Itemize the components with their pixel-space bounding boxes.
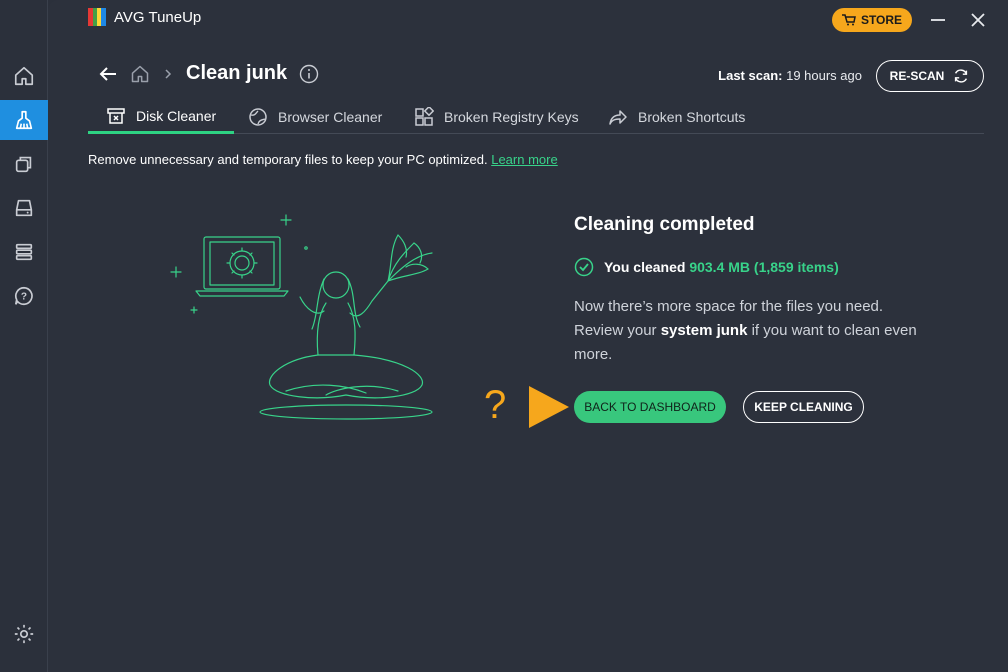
- sidebar-item-drive[interactable]: [0, 188, 48, 228]
- cleaned-prefix: You cleaned: [604, 259, 686, 275]
- store-label: STORE: [860, 13, 903, 27]
- sidebar-item-settings[interactable]: [0, 614, 48, 654]
- tab-browser-cleaner[interactable]: Browser Cleaner: [230, 100, 400, 134]
- result-description: Now there’s more space for the files you…: [574, 295, 934, 367]
- last-scan-label: Last scan:: [718, 68, 783, 83]
- last-scan-value: 19 hours ago: [786, 68, 862, 83]
- cleaned-amount: 903.4 MB (1,859 items): [689, 259, 839, 275]
- cleaned-summary: You cleaned 903.4 MB (1,859 items): [574, 257, 839, 277]
- stack-icon: [15, 243, 33, 261]
- question-mark-overlay: ?: [484, 383, 507, 427]
- registry-icon: [415, 107, 434, 126]
- tab-bar: Disk Cleaner Browser Cleaner Broken Regi…: [88, 100, 984, 134]
- minimize-button[interactable]: [926, 8, 950, 32]
- sidebar-item-apps[interactable]: [0, 144, 48, 184]
- page-title: Clean junk: [186, 62, 288, 84]
- tab-label: Broken Registry Keys: [444, 109, 579, 125]
- check-circle-icon: [574, 257, 594, 277]
- desc-bold: system junk: [660, 322, 748, 339]
- cart-icon: [841, 14, 856, 26]
- title-bar: AVG TuneUp: [88, 8, 201, 26]
- tab-disk-cleaner[interactable]: Disk Cleaner: [88, 100, 235, 134]
- keep-cleaning-button[interactable]: KEEP CLEANING: [743, 391, 864, 423]
- help-chat-icon: ?: [14, 286, 33, 306]
- shortcut-arrow-icon: [609, 110, 627, 125]
- info-icon[interactable]: [299, 64, 319, 84]
- refresh-icon: [955, 69, 968, 83]
- back-to-dashboard-button[interactable]: BACK TO DASHBOARD: [574, 391, 726, 423]
- minimize-icon: [931, 19, 945, 21]
- pointer-arrow-icon: [529, 386, 569, 428]
- tab-label: Broken Shortcuts: [638, 109, 746, 125]
- tab-broken-shortcuts[interactable]: Broken Shortcuts: [590, 100, 763, 134]
- drive-icon: [15, 199, 33, 217]
- tab-broken-registry-keys[interactable]: Broken Registry Keys: [396, 100, 597, 134]
- breadcrumb: Clean junk: [98, 62, 319, 85]
- disk-cleaner-icon: [107, 107, 125, 124]
- cleaning-illustration: [170, 214, 433, 420]
- learn-more-link[interactable]: Learn more: [491, 152, 557, 167]
- tab-label: Disk Cleaner: [136, 107, 217, 124]
- main-panel: AVG TuneUp STORE Clean junk Last scan: 1…: [48, 0, 1008, 672]
- home-icon: [14, 66, 34, 86]
- avg-logo-icon: [88, 8, 106, 26]
- chevron-right-icon: [165, 68, 172, 79]
- sidebar-item-home[interactable]: [0, 56, 48, 96]
- close-button[interactable]: [966, 8, 990, 32]
- last-scan-info: Last scan: 19 hours ago: [718, 68, 862, 83]
- broom-icon: [15, 110, 33, 130]
- sidebar-item-clean[interactable]: [0, 100, 48, 140]
- tab-label: Browser Cleaner: [278, 109, 383, 125]
- intro-text: Remove unnecessary and temporary files t…: [88, 152, 558, 167]
- sidebar-item-help[interactable]: ?: [0, 276, 48, 316]
- store-button[interactable]: STORE: [832, 8, 912, 32]
- windows-icon: [15, 156, 32, 173]
- result-title: Cleaning completed: [574, 214, 755, 235]
- rescan-button[interactable]: RE-SCAN: [876, 60, 984, 92]
- svg-text:?: ?: [21, 292, 27, 303]
- app-title: AVG TuneUp: [114, 8, 202, 26]
- home-breadcrumb-icon[interactable]: [130, 64, 150, 84]
- back-arrow-icon[interactable]: [98, 64, 118, 84]
- close-icon: [971, 13, 985, 27]
- sidebar-item-registry[interactable]: [0, 232, 48, 272]
- rescan-label: RE-SCAN: [889, 69, 945, 83]
- sidebar: ?: [0, 0, 48, 672]
- globe-icon: [249, 108, 267, 126]
- intro-description: Remove unnecessary and temporary files t…: [88, 152, 488, 167]
- gear-icon: [14, 624, 34, 644]
